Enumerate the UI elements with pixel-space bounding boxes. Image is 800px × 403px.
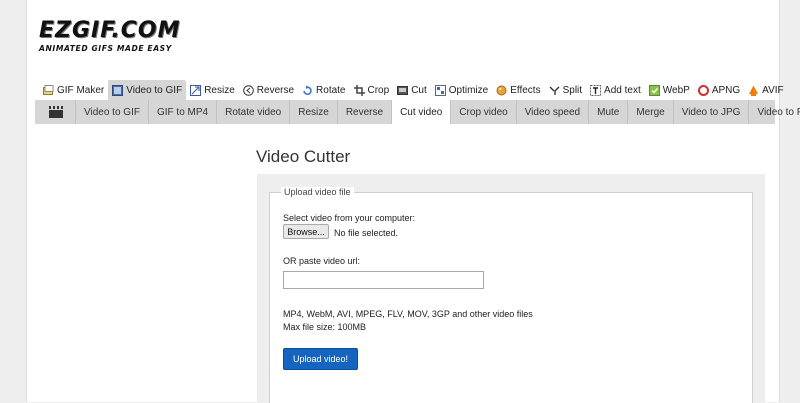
supported-formats-text: MP4, WebM, AVI, MPEG, FLV, MOV, 3GP and … (283, 309, 533, 319)
main-nav-label: Cut (411, 84, 427, 96)
sub-nav-item-video-speed[interactable]: Video speed (517, 100, 590, 124)
fieldset-legend: Upload video file (281, 187, 354, 197)
reverse-icon (242, 84, 254, 96)
apng-icon (697, 84, 709, 96)
logo-text: EZGIF.COM (39, 18, 181, 43)
browse-button[interactable]: Browse... (283, 224, 329, 239)
main-nav-label: WebP (662, 84, 690, 96)
main-nav-label: APNG (711, 84, 741, 96)
video-url-input[interactable] (283, 271, 484, 289)
main-nav-label: Crop (367, 84, 390, 96)
upload-fieldset: Upload video file Select video from your… (269, 187, 753, 403)
main-nav-item-add-text[interactable]: Add text (586, 80, 645, 100)
resize-icon (190, 84, 202, 96)
main-nav-item-optimize[interactable]: Optimize (431, 80, 492, 100)
video-icon (112, 84, 124, 96)
main-nav-item-crop[interactable]: Crop (350, 80, 394, 100)
sub-nav-item-cut-video[interactable]: Cut video (392, 100, 452, 124)
optimize-icon (434, 84, 446, 96)
main-nav-label: AVIF (762, 84, 784, 96)
upload-video-button[interactable]: Upload video! (283, 348, 358, 370)
main-nav-label: Rotate (316, 84, 346, 96)
sub-nav-item-merge[interactable]: Merge (628, 100, 674, 124)
main-nav-label: GIF Maker (57, 84, 105, 96)
site-logo[interactable]: EZGIF.COM ANIMATED GIFS MADE EASY (39, 20, 209, 54)
gif-maker-icon (43, 84, 54, 96)
sub-nav-item-video-to-gif[interactable]: Video to GIF (76, 100, 149, 124)
main-nav-item-apng[interactable]: APNG (694, 80, 744, 100)
main-nav-label: Video to GIF (126, 84, 183, 96)
main-nav-item-reverse[interactable]: Reverse (239, 80, 298, 100)
upload-panel: Upload video file Select video from your… (257, 174, 765, 403)
url-label: OR paste video url: (283, 256, 361, 266)
main-nav-label: Reverse (256, 84, 295, 96)
main-nav-label: Split (562, 84, 583, 96)
max-file-size-text: Max file size: 100MB (283, 322, 367, 332)
effects-icon (496, 85, 507, 96)
main-nav-item-avif[interactable]: AVIF (744, 80, 787, 100)
main-nav-label: Add text (604, 84, 641, 96)
no-file-status: No file selected. (334, 228, 399, 238)
page-container: EZGIF.COM ANIMATED GIFS MADE EASY GIF Ma… (26, 0, 800, 403)
sub-nav-item-reverse[interactable]: Reverse (338, 100, 393, 124)
main-nav-item-cut[interactable]: Cut (393, 80, 431, 100)
sub-nav-item-mute[interactable]: Mute (589, 100, 629, 124)
film-clapper-icon[interactable] (35, 100, 76, 124)
avif-icon (748, 85, 759, 96)
logo-tagline: ANIMATED GIFS MADE EASY (39, 44, 172, 53)
main-nav-item-effects[interactable]: Effects (492, 80, 544, 100)
main-nav-label: Resize (204, 84, 235, 96)
main-nav-item-webp[interactable]: WebP (645, 80, 694, 100)
main-nav-item-video-to-gif[interactable]: Video to GIF (108, 80, 187, 100)
sub-nav-item-rotate-video[interactable]: Rotate video (217, 100, 291, 124)
main-nav-label: Optimize (448, 84, 489, 96)
main-nav: GIF Maker Video to GIF Resize Reverse Rotate… (39, 80, 788, 100)
main-nav-label: Effects (510, 84, 541, 96)
sub-nav: Video to GIF GIF to MP4 Rotate video Resize… (35, 100, 800, 124)
main-nav-item-split[interactable]: Split (545, 80, 586, 100)
sub-nav-item-video-to-jpg[interactable]: Video to JPG (674, 100, 750, 124)
sub-nav-item-video-to-png[interactable]: Video to PNG (749, 100, 800, 124)
rotate-icon (302, 85, 313, 96)
page-title: Video Cutter (256, 147, 351, 166)
cut-icon (397, 85, 409, 96)
main-nav-item-rotate[interactable]: Rotate (298, 80, 349, 100)
main-nav-item-gif-maker[interactable]: GIF Maker (39, 80, 108, 100)
select-file-label: Select video from your computer: (283, 213, 416, 223)
sub-nav-item-crop-video[interactable]: Crop video (451, 100, 517, 124)
sub-nav-item-resize[interactable]: Resize (290, 100, 338, 124)
add-text-icon (590, 84, 602, 96)
split-icon (549, 85, 560, 96)
webp-icon (648, 84, 660, 96)
sub-nav-item-gif-to-mp4[interactable]: GIF to MP4 (149, 100, 218, 124)
crop-icon (353, 84, 365, 96)
main-nav-item-resize[interactable]: Resize (186, 80, 239, 100)
